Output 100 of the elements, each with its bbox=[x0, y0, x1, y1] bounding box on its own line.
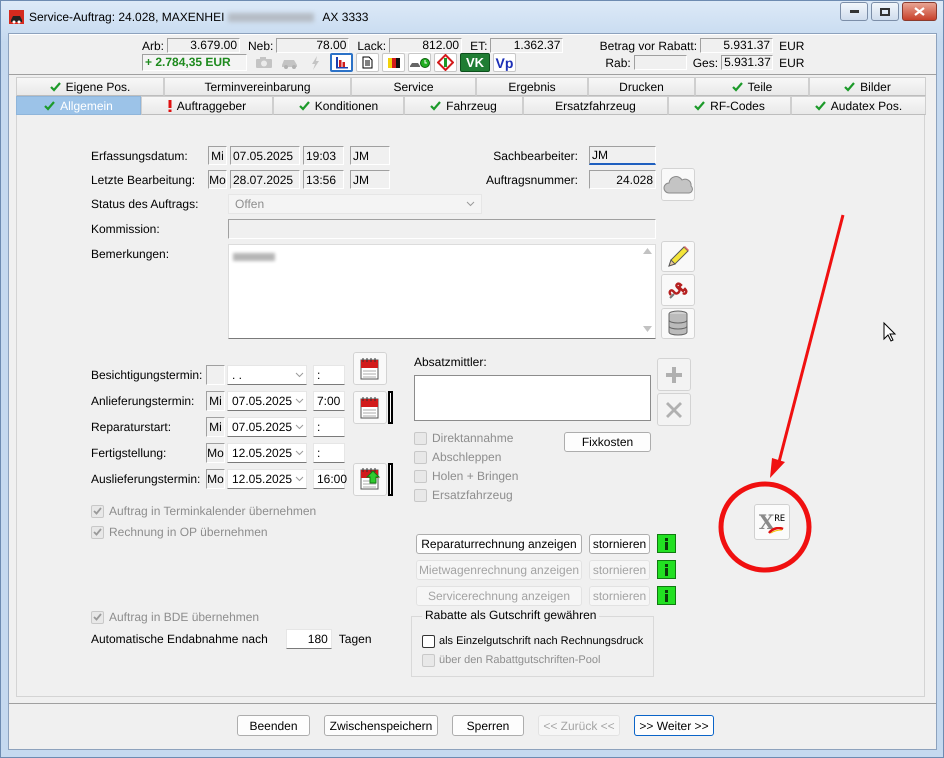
tab[interactable]: RF-Codes bbox=[668, 96, 791, 115]
cursor-icon bbox=[884, 322, 896, 342]
field-label: Auftragsnummer: bbox=[486, 172, 578, 186]
phone-button[interactable] bbox=[661, 274, 695, 306]
tab[interactable]: Ergebnis bbox=[476, 77, 588, 96]
time-field[interactable]: 16:00 bbox=[313, 469, 345, 489]
chevron-down-icon bbox=[295, 476, 304, 482]
agent-list[interactable] bbox=[414, 374, 651, 420]
cancel-button[interactable]: stornieren bbox=[589, 534, 650, 554]
checkbox-label: Auftrag in BDE übernehmen bbox=[109, 610, 260, 624]
chevron-down-icon bbox=[295, 398, 304, 404]
day-field: Mo bbox=[206, 443, 225, 463]
time-field[interactable]: : bbox=[313, 365, 345, 385]
field-label: Auslieferungstermin: bbox=[91, 471, 202, 488]
date-dropdown[interactable]: . . bbox=[227, 365, 307, 385]
fixed-costs-button[interactable]: Fixkosten bbox=[564, 432, 651, 452]
close-button[interactable] bbox=[902, 2, 937, 21]
toolbar-button[interactable] bbox=[382, 53, 405, 72]
remarks-field[interactable] bbox=[228, 244, 656, 339]
field-label: Status des Auftrags: bbox=[91, 196, 200, 212]
toolbar-button[interactable]: Vp bbox=[493, 53, 516, 72]
check-icon bbox=[430, 100, 442, 110]
amount-label: Lack: bbox=[357, 38, 386, 52]
toolbar-button[interactable] bbox=[330, 53, 353, 72]
calendar-button[interactable] bbox=[353, 391, 387, 424]
info-icon bbox=[657, 560, 677, 580]
checkbox-label: über den Rabattgutschriften-Pool bbox=[439, 654, 600, 666]
checkbox-label: Direktannahme bbox=[432, 431, 514, 445]
date-field: 28.07.2025 bbox=[230, 170, 300, 189]
remove-button[interactable] bbox=[657, 393, 691, 426]
time-field[interactable]: 7:00 bbox=[313, 391, 345, 411]
time-field[interactable]: : bbox=[313, 443, 345, 463]
amount-field: 5.931.37 bbox=[700, 38, 774, 53]
show-invoice-button[interactable]: Reparaturrechnung anzeigen bbox=[416, 534, 582, 554]
close-icon bbox=[914, 7, 925, 16]
camera-icon bbox=[254, 56, 272, 69]
field-label: Absatzmittler: bbox=[414, 355, 488, 369]
user-field: JM bbox=[350, 170, 390, 189]
field-label: Kommission: bbox=[91, 220, 161, 238]
checkbox[interactable] bbox=[422, 634, 435, 648]
maximize-button[interactable] bbox=[871, 2, 899, 21]
calendar-button[interactable] bbox=[353, 352, 387, 385]
chevron-down-icon bbox=[295, 450, 304, 456]
tab[interactable]: Service bbox=[351, 77, 476, 96]
check-icon bbox=[93, 507, 102, 515]
tab[interactable]: Bilder bbox=[809, 77, 926, 96]
dialog-button[interactable]: Zwischenspeichern bbox=[324, 715, 438, 736]
tab[interactable]: Terminvereinbarung bbox=[164, 77, 351, 96]
check-icon bbox=[93, 528, 102, 536]
cross-icon bbox=[666, 402, 682, 418]
car-clock-icon bbox=[409, 56, 430, 68]
toolbar-button[interactable]: VK bbox=[460, 53, 490, 72]
toolbar-button[interactable] bbox=[408, 53, 431, 72]
time-field: 19:03 bbox=[303, 146, 344, 165]
tab[interactable]: Eigene Pos. bbox=[16, 77, 164, 96]
calendar-button[interactable] bbox=[353, 462, 387, 496]
tab[interactable]: Ersatzfahrzeug bbox=[523, 96, 668, 115]
field-label: Erfassungsdatum: bbox=[91, 148, 189, 164]
field-label: Reparaturstart: bbox=[91, 419, 172, 436]
cloud-icon bbox=[663, 174, 693, 194]
tab[interactable]: Audatex Pos. bbox=[791, 96, 926, 115]
cloud-button[interactable] bbox=[661, 168, 695, 201]
field-label: Bemerkungen: bbox=[91, 246, 170, 263]
dialog-button[interactable]: Sperren bbox=[452, 715, 524, 736]
date-dropdown[interactable]: 07.05.2025 bbox=[227, 391, 307, 411]
tab[interactable]: Fahrzeug bbox=[404, 96, 523, 115]
commission-field[interactable] bbox=[228, 219, 656, 239]
minimize-icon bbox=[850, 10, 858, 13]
clerk-field[interactable]: JM bbox=[589, 146, 656, 165]
pencil-button[interactable] bbox=[661, 241, 695, 272]
date-dropdown[interactable]: 07.05.2025 bbox=[227, 417, 307, 437]
add-button[interactable] bbox=[657, 358, 691, 391]
dialog-button[interactable]: >> Weiter >> bbox=[634, 715, 714, 736]
profit-field: + 2.784,35 EUR bbox=[142, 54, 247, 71]
window-title: Service-Auftrag: 24.028, MAXENHEI bbox=[29, 10, 224, 24]
swoosh-icon bbox=[768, 527, 784, 534]
time-field[interactable]: : bbox=[313, 417, 345, 437]
plus-icon bbox=[666, 366, 682, 382]
day-field: Mi bbox=[208, 146, 227, 165]
lightning-icon bbox=[311, 56, 320, 70]
dialog-button[interactable]: Beenden bbox=[237, 715, 310, 736]
order-number-field: 24.028 bbox=[589, 170, 656, 189]
toolbar-button[interactable] bbox=[356, 53, 379, 72]
check-icon bbox=[814, 100, 826, 110]
amount-label: Ges: bbox=[692, 56, 718, 70]
tab[interactable]: Teile bbox=[695, 77, 809, 96]
minimize-button[interactable] bbox=[840, 2, 868, 21]
tab[interactable]: Drucken bbox=[588, 77, 695, 96]
day-field bbox=[206, 365, 225, 385]
group-title: Rabatte als Gutschrift gewähren bbox=[422, 608, 600, 622]
pencil-icon bbox=[665, 244, 691, 270]
days-field[interactable]: 180 bbox=[286, 629, 332, 649]
date-dropdown[interactable]: 12.05.2025 bbox=[227, 469, 307, 489]
tab[interactable]: Auftraggeber bbox=[141, 96, 273, 115]
amount-field: 78.00 bbox=[276, 38, 350, 53]
currency-label: EUR bbox=[779, 38, 804, 52]
tab[interactable]: Konditionen bbox=[273, 96, 404, 115]
database-button[interactable] bbox=[661, 308, 695, 339]
amount-field bbox=[634, 55, 687, 70]
date-dropdown[interactable]: 12.05.2025 bbox=[227, 443, 307, 463]
